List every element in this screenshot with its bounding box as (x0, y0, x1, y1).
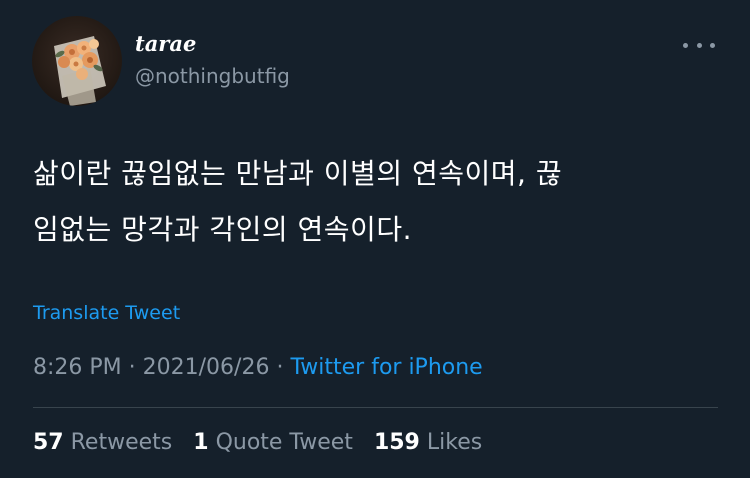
tweet-time[interactable]: 8:26 PM (33, 355, 122, 380)
translate-tweet-link[interactable]: Translate Tweet (33, 300, 180, 326)
meta-separator: · (128, 355, 136, 380)
meta-separator: · (276, 355, 284, 380)
tweet-text-line-2: 임없는 망각과 각인의 연속이다. (33, 213, 412, 246)
retweets-count: 57 (33, 430, 64, 455)
tweet-date[interactable]: 2021/06/26 (143, 355, 270, 380)
avatar[interactable] (32, 16, 122, 106)
more-dot (683, 42, 688, 48)
more-dot (710, 42, 715, 48)
user-handle[interactable]: @nothingbutfig (135, 62, 290, 90)
tweet-text: 삶이란 끊임없는 만남과 이별의 연속이며, 끊임없는 망각과 각인의 연속이다… (33, 146, 723, 258)
likes-label: Likes (426, 430, 483, 455)
likes-stat[interactable]: 159 Likes (374, 428, 482, 458)
tweet-text-line-1: 삶이란 끊임없는 만남과 이별의 연속이며, 끊 (33, 157, 563, 190)
tweet-source-link[interactable]: Twitter for iPhone (290, 355, 482, 380)
quote-count: 1 (193, 430, 209, 455)
retweets-label: Retweets (70, 430, 173, 455)
display-name[interactable]: tarae (135, 30, 196, 58)
more-options-icon[interactable] (683, 38, 715, 52)
bouquet-avatar-image (54, 36, 106, 106)
likes-count: 159 (373, 430, 420, 455)
quote-tweets-stat[interactable]: 1 Quote Tweet (193, 428, 353, 458)
retweets-stat[interactable]: 57 Retweets (33, 428, 172, 458)
quote-label: Quote Tweet (215, 430, 353, 455)
tweet-card: tarae @nothingbutfig 삶이란 끊임없는 만남과 이별의 연속… (0, 0, 750, 478)
engagement-stats: 57 Retweets 1 Quote Tweet 159 Likes (33, 428, 496, 458)
tweet-metadata: 8:26 PM · 2021/06/26 · Twitter for iPhon… (33, 353, 483, 383)
more-dot (696, 42, 702, 48)
divider (33, 407, 718, 408)
